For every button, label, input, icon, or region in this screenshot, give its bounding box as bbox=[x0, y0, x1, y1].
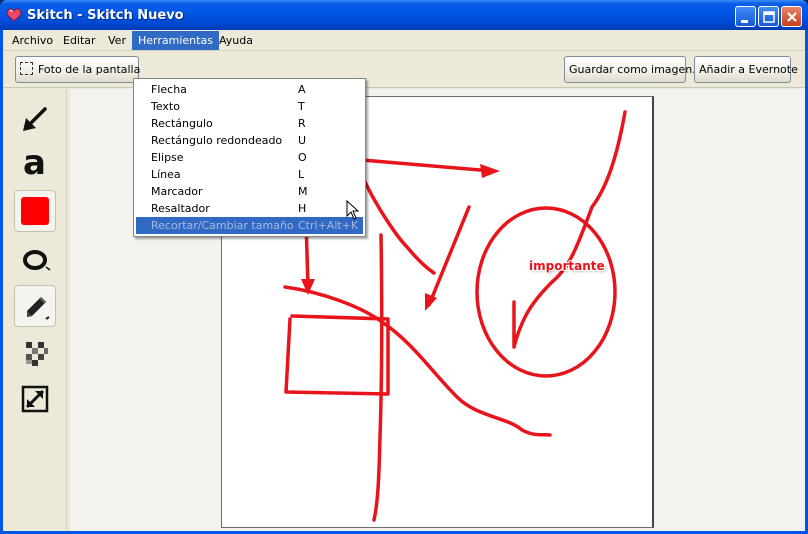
tool-palette: a bbox=[3, 89, 67, 531]
color-swatch bbox=[21, 197, 49, 225]
curve-stroke bbox=[363, 180, 436, 275]
menu-archivo[interactable]: Archivo bbox=[6, 31, 59, 50]
menu-item-linea[interactable]: Línea L bbox=[134, 166, 365, 183]
long-curve-stroke bbox=[283, 285, 552, 437]
menu-item-shortcut: O bbox=[298, 151, 307, 164]
rectangle-stroke bbox=[284, 314, 390, 396]
arrow-tool-icon bbox=[23, 107, 47, 131]
menu-bar: Archivo Editar Ver Herramientas Ayuda bbox=[3, 30, 805, 51]
minimize-icon bbox=[741, 20, 748, 23]
menu-item-recortar[interactable]: Recortar/Cambiar tamaño Ctrl+Alt+K bbox=[136, 217, 363, 234]
annotation-label[interactable]: importante bbox=[529, 259, 605, 273]
skitch-heart-icon bbox=[6, 8, 22, 22]
menu-item-shortcut: R bbox=[298, 117, 306, 130]
selection-icon bbox=[20, 62, 33, 75]
maximize-button[interactable] bbox=[758, 6, 779, 27]
pixelate-tool[interactable] bbox=[14, 332, 56, 374]
pixelate-tool-icon bbox=[26, 342, 48, 366]
screenshot-label: Foto de la pantalla bbox=[38, 63, 141, 76]
menu-item-label: Recortar/Cambiar tamaño bbox=[151, 219, 294, 232]
window-title: Skitch - Skitch Nuevo bbox=[27, 8, 184, 23]
mouse-cursor-icon bbox=[346, 200, 360, 220]
marker-tool[interactable] bbox=[14, 285, 56, 327]
minimize-button[interactable] bbox=[735, 6, 756, 27]
color-swatch-button[interactable] bbox=[14, 190, 56, 232]
menu-item-label: Flecha bbox=[151, 83, 187, 96]
menu-item-shortcut: H bbox=[298, 202, 307, 215]
menu-item-label: Resaltador bbox=[151, 202, 210, 215]
menu-item-label: Texto bbox=[151, 100, 180, 113]
menu-item-elipse[interactable]: Elipse O bbox=[134, 149, 365, 166]
menu-ayuda[interactable]: Ayuda bbox=[213, 31, 259, 50]
ellipse-tool-icon bbox=[23, 250, 51, 271]
menu-item-shortcut: L bbox=[298, 168, 305, 181]
maximize-icon bbox=[763, 11, 775, 23]
arrow-stroke-diagonal bbox=[427, 205, 471, 307]
menu-item-shortcut: A bbox=[298, 83, 306, 96]
menu-item-shortcut: T bbox=[298, 100, 305, 113]
menu-item-label: Rectángulo bbox=[151, 117, 213, 130]
resize-tool[interactable] bbox=[14, 378, 56, 420]
menu-item-resaltador[interactable]: Resaltador H bbox=[134, 200, 365, 217]
ellipse-tool[interactable] bbox=[14, 239, 56, 281]
marker-tool-icon bbox=[27, 297, 50, 320]
window-client: Archivo Editar Ver Herramientas Ayuda Fo… bbox=[3, 30, 805, 531]
menu-herramientas[interactable]: Herramientas bbox=[132, 31, 219, 50]
menu-item-label: Marcador bbox=[151, 185, 203, 198]
vertical-line-stroke bbox=[372, 233, 384, 522]
save-as-image-button[interactable]: Guardar como imagen... bbox=[564, 56, 703, 83]
menu-item-marcador[interactable]: Marcador M bbox=[134, 183, 365, 200]
screenshot-button[interactable]: Foto de la pantalla bbox=[15, 56, 141, 83]
add-to-evernote-button[interactable]: Añadir a Evernote bbox=[694, 56, 798, 83]
toolbar: Foto de la pantalla Guardar como imagen.… bbox=[3, 52, 805, 88]
arrow-tool[interactable] bbox=[14, 99, 56, 141]
menu-item-flecha[interactable]: Flecha A bbox=[134, 81, 365, 98]
menu-item-label: Línea bbox=[151, 168, 181, 181]
menu-item-texto[interactable]: Texto T bbox=[134, 98, 365, 115]
pointer-stroke bbox=[512, 110, 627, 349]
menu-item-label: Rectángulo redondeado bbox=[151, 134, 283, 147]
tools-dropdown-menu: Flecha A Texto T Rectángulo R Rectángulo re… bbox=[133, 78, 366, 237]
app-window: Skitch - Skitch Nuevo Archivo Editar Ver… bbox=[0, 0, 808, 534]
close-button[interactable] bbox=[781, 6, 802, 27]
menu-item-rectangulo[interactable]: Rectángulo R bbox=[134, 115, 365, 132]
menu-item-shortcut: M bbox=[298, 185, 308, 198]
menu-item-label: Elipse bbox=[151, 151, 184, 164]
text-tool-icon: a bbox=[23, 143, 46, 183]
menu-ver[interactable]: Ver bbox=[102, 31, 132, 50]
menu-item-shortcut: U bbox=[298, 134, 307, 147]
resize-tool-icon bbox=[21, 385, 49, 413]
arrow-stroke-top bbox=[360, 158, 494, 173]
title-bar[interactable]: Skitch - Skitch Nuevo bbox=[0, 0, 808, 30]
menu-item-rectangulo-redondeado[interactable]: Rectángulo redondeado U bbox=[134, 132, 365, 149]
close-icon bbox=[787, 12, 797, 22]
ellipse-stroke bbox=[475, 206, 617, 378]
text-tool[interactable]: a bbox=[14, 143, 56, 187]
menu-editar[interactable]: Editar bbox=[57, 31, 102, 50]
